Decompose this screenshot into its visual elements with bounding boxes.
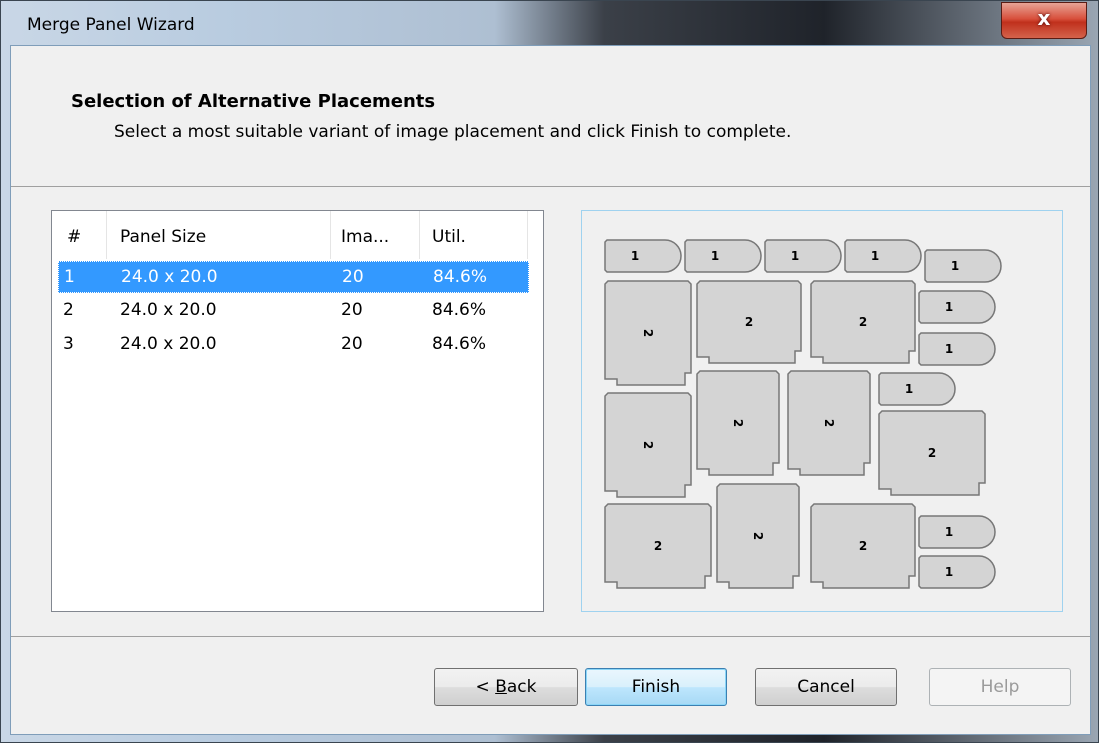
preview-piece: 2: [878, 410, 986, 496]
row-images: 20: [341, 300, 363, 320]
preview-piece: 1: [844, 239, 922, 273]
preview-piece: 1: [918, 332, 996, 366]
preview-piece: 2: [810, 280, 916, 364]
preview-piece-label: 1: [945, 525, 953, 539]
list-row-2[interactable]: 2 24.0 x 20.0 20 84.6%: [58, 295, 529, 327]
wizard-window: Merge Panel Wizard x Selection of Altern…: [0, 0, 1099, 743]
close-icon: x: [1037, 6, 1051, 30]
back-button-rest: ack: [506, 677, 537, 697]
preview-piece: 1: [918, 515, 996, 549]
preview-piece-label: 1: [945, 565, 953, 579]
row-images: 20: [342, 267, 364, 287]
preview-piece-label: 1: [631, 249, 639, 263]
column-divider[interactable]: [419, 211, 420, 259]
preview-piece: 2: [696, 370, 780, 476]
row-panel-size: 24.0 x 20.0: [121, 267, 218, 287]
row-panel-size: 24.0 x 20.0: [120, 300, 217, 320]
page-subtitle: Select a most suitable variant of image …: [114, 122, 792, 142]
preview-piece: 2: [716, 483, 800, 589]
column-header-images[interactable]: Ima...: [341, 227, 389, 247]
list-row-3[interactable]: 3 24.0 x 20.0 20 84.6%: [58, 329, 529, 361]
column-header-panel-size[interactable]: Panel Size: [120, 227, 206, 247]
window-title: Merge Panel Wizard: [27, 15, 195, 35]
wizard-client-area: Selection of Alternative Placements Sele…: [10, 45, 1091, 735]
preview-piece-label: 1: [951, 259, 959, 273]
placement-preview: 1 1 1 1 1 2 2 2 1 1 2 2 2 1 2 2 2 2 1 1: [581, 210, 1063, 612]
preview-piece-label: 2: [745, 315, 753, 329]
row-number: 2: [63, 300, 74, 320]
preview-piece-label: 1: [791, 249, 799, 263]
preview-piece: 1: [918, 290, 996, 324]
column-divider[interactable]: [106, 211, 107, 259]
preview-piece-label: 1: [711, 249, 719, 263]
preview-piece: 1: [924, 249, 1002, 283]
preview-piece-label: 2: [654, 539, 662, 553]
preview-piece: 1: [918, 555, 996, 589]
preview-piece: 2: [604, 280, 692, 386]
preview-piece: 1: [878, 372, 956, 406]
wizard-header: Selection of Alternative Placements Sele…: [11, 46, 1090, 187]
preview-piece-label: 2: [641, 441, 655, 449]
row-images: 20: [341, 334, 363, 354]
footer-divider: [11, 636, 1090, 637]
row-util: 84.6%: [432, 334, 487, 354]
preview-piece: 2: [604, 392, 692, 498]
cancel-button[interactable]: Cancel: [755, 668, 897, 706]
close-button[interactable]: x: [1001, 2, 1087, 39]
preview-piece: 1: [684, 239, 762, 273]
placements-list[interactable]: # Panel Size Ima... Util. 1 24.0 x 20.0 …: [51, 210, 544, 612]
preview-piece-label: 1: [905, 382, 913, 396]
preview-piece: 2: [696, 280, 802, 364]
preview-piece-label: 2: [859, 315, 867, 329]
finish-button[interactable]: Finish: [585, 668, 727, 706]
preview-piece-label: 1: [945, 342, 953, 356]
row-util: 84.6%: [432, 300, 487, 320]
column-header-util[interactable]: Util.: [432, 227, 466, 247]
preview-piece: 1: [604, 239, 682, 273]
title-bar[interactable]: Merge Panel Wizard x: [1, 1, 1099, 45]
row-number: 3: [63, 334, 74, 354]
back-button-prefix: <: [475, 677, 496, 697]
column-divider[interactable]: [527, 211, 528, 259]
page-title: Selection of Alternative Placements: [71, 91, 436, 112]
preview-piece-label: 2: [822, 419, 836, 427]
back-button-mnemonic: B: [495, 677, 507, 697]
row-panel-size: 24.0 x 20.0: [120, 334, 217, 354]
preview-piece-label: 2: [641, 329, 655, 337]
preview-piece: 1: [764, 239, 842, 273]
row-number: 1: [64, 267, 75, 287]
preview-piece-label: 1: [871, 249, 879, 263]
preview-piece-label: 2: [859, 539, 867, 553]
placement-preview-canvas: 1 1 1 1 1 2 2 2 1 1 2 2 2 1 2 2 2 2 1 1: [604, 239, 1002, 589]
row-util: 84.6%: [433, 267, 488, 287]
column-divider[interactable]: [330, 211, 331, 259]
preview-piece-label: 2: [928, 446, 936, 460]
back-button[interactable]: < Back: [434, 668, 578, 706]
preview-piece: 2: [810, 503, 916, 589]
preview-piece-label: 2: [751, 532, 765, 540]
column-header-number[interactable]: #: [67, 227, 81, 247]
list-header: # Panel Size Ima... Util.: [52, 211, 543, 259]
preview-piece-label: 2: [731, 419, 745, 427]
help-button[interactable]: Help: [929, 668, 1071, 706]
preview-piece: 2: [604, 503, 712, 589]
preview-piece: 2: [787, 370, 871, 476]
list-row-1[interactable]: 1 24.0 x 20.0 20 84.6%: [58, 261, 529, 293]
preview-piece-label: 1: [945, 300, 953, 314]
